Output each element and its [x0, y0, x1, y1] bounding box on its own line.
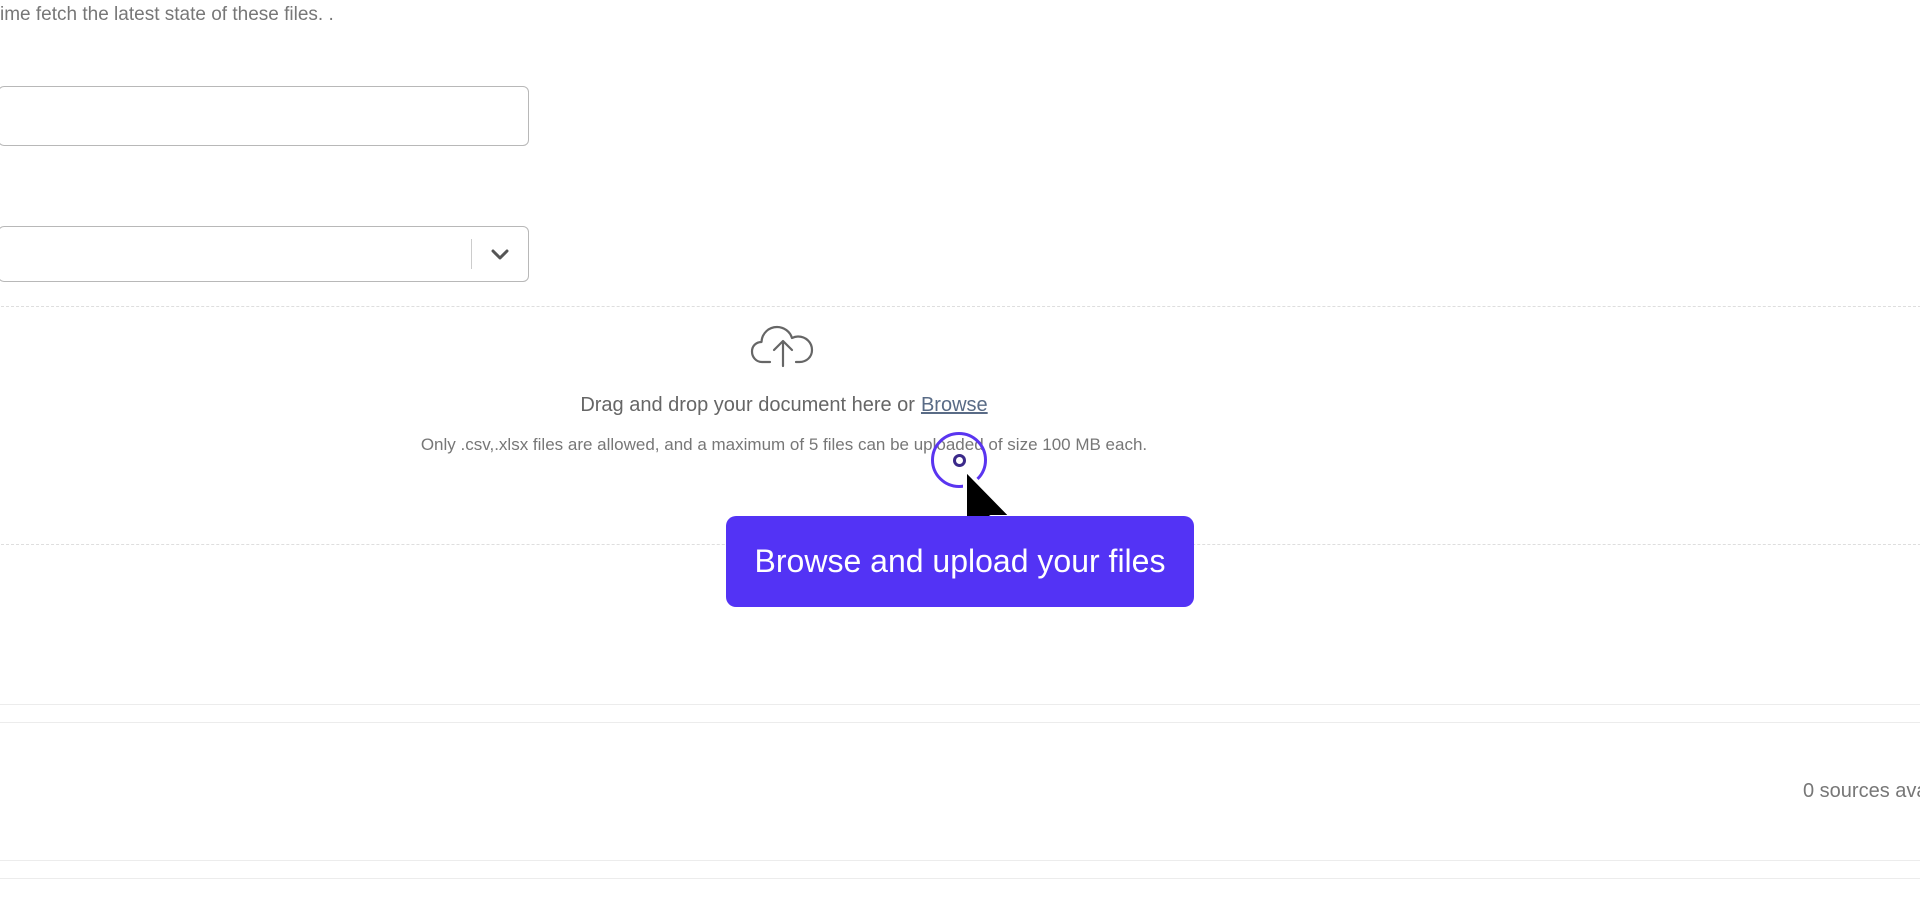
page: ime fetch the latest state of these file…	[0, 0, 1920, 920]
divider	[0, 860, 1920, 861]
help-text: ime fetch the latest state of these file…	[0, 4, 334, 25]
divider	[0, 704, 1920, 705]
source-select[interactable]	[0, 226, 529, 282]
sources-count: 0 sources ava	[1803, 780, 1920, 802]
divider	[0, 878, 1920, 879]
browse-link[interactable]: Browse	[921, 394, 988, 416]
divider	[0, 722, 1920, 723]
cloud-upload-icon	[750, 320, 816, 368]
file-dropzone[interactable]	[0, 306, 1920, 545]
drop-text: Drag and drop your document here or	[580, 394, 915, 416]
drop-instructions: Drag and drop your document here or Brows…	[0, 394, 1568, 417]
chevron-down-icon[interactable]	[486, 241, 514, 269]
name-input[interactable]	[0, 86, 529, 146]
upload-rules: Only .csv,.xlsx files are allowed, and a…	[420, 435, 1148, 454]
browse-tooltip: Browse and upload your files	[726, 516, 1194, 607]
select-separator	[471, 239, 472, 269]
